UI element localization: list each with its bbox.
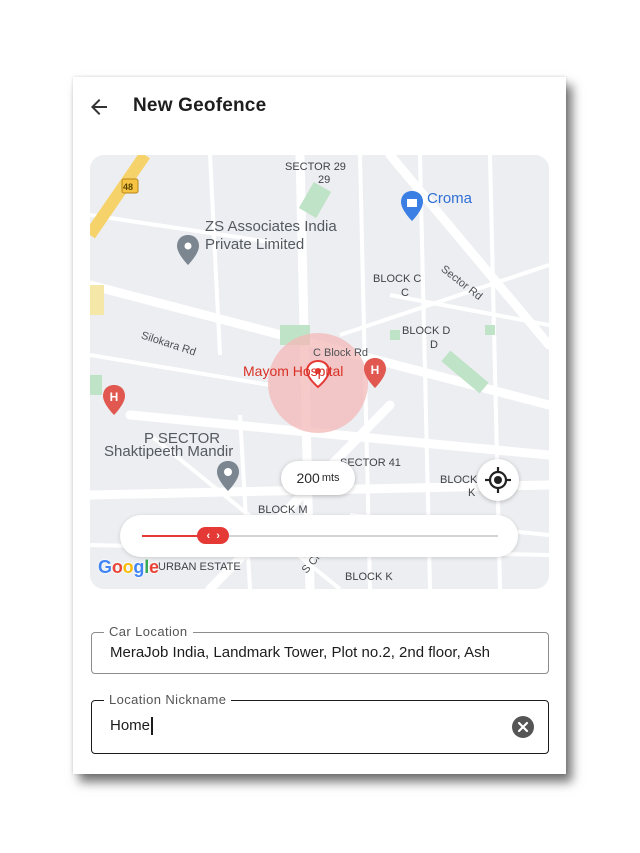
nickname-field[interactable]: Location Nickname Home: [91, 692, 549, 754]
radius-unit: mts: [321, 472, 340, 484]
map-label-sector29: SECTOR 29: [285, 161, 346, 173]
google-logo: Google: [98, 557, 159, 577]
chevron-left-icon: ‹: [206, 529, 211, 542]
map-label-blockh-letter: K: [468, 487, 476, 499]
slider-thumb[interactable]: ‹ ›: [197, 527, 230, 544]
map-label-mayom-hospital[interactable]: Mayom Hospital: [243, 364, 343, 378]
chevron-right-icon: ›: [216, 529, 220, 542]
map-label-zs-line2: Private Limited: [205, 236, 305, 253]
map-label-sector29-num: 29: [318, 174, 331, 186]
highway-shield-label: 48: [123, 182, 134, 192]
radius-slider[interactable]: ‹ ›: [120, 515, 518, 557]
radius-value: 200: [296, 470, 320, 486]
map-label-shaktipeeth[interactable]: Shaktipeeth Mandir: [104, 443, 233, 461]
car-location-value[interactable]: MeraJob India, Landmark Tower, Plot no.2…: [110, 644, 540, 661]
svg-text:H: H: [371, 363, 380, 377]
map-label-blockc-letter: C: [401, 287, 409, 299]
map-label-blockd-letter: D: [430, 339, 438, 351]
map-label-urban-estate: URBAN ESTATE: [158, 561, 241, 573]
nickname-label: Location Nickname: [104, 692, 232, 707]
map-label-zs-line1: ZS Associates India: [205, 218, 337, 235]
svg-text:H: H: [110, 390, 119, 404]
my-location-icon: [485, 467, 511, 493]
arrow-left-icon[interactable]: [87, 95, 111, 119]
map-label-blockc: BLOCK C: [373, 273, 422, 285]
map-road-cblock: C Block Rd: [313, 347, 369, 359]
map-label-croma[interactable]: Croma: [427, 191, 472, 206]
map-label-blockk: BLOCK K: [345, 571, 393, 583]
car-location-label: Car Location: [104, 624, 193, 639]
clear-circle-icon[interactable]: [512, 716, 534, 738]
nickname-value: Home: [110, 717, 151, 734]
geofence-card: New Geofence H H SECTOR 29 29 48 ZS Asso…: [73, 77, 566, 774]
nickname-input[interactable]: Home: [110, 717, 154, 736]
map-view[interactable]: H H SECTOR 29 29 48 ZS Associates India …: [90, 155, 549, 589]
car-location-field[interactable]: Car Location MeraJob India, Landmark Tow…: [91, 624, 549, 674]
radius-indicator: 200 mts: [281, 461, 355, 495]
text-caret: [151, 717, 154, 736]
map-label-blockd: BLOCK D: [402, 325, 451, 337]
my-location-button[interactable]: [477, 459, 519, 501]
page-title: New Geofence: [133, 95, 267, 116]
app-header: New Geofence: [73, 77, 566, 137]
